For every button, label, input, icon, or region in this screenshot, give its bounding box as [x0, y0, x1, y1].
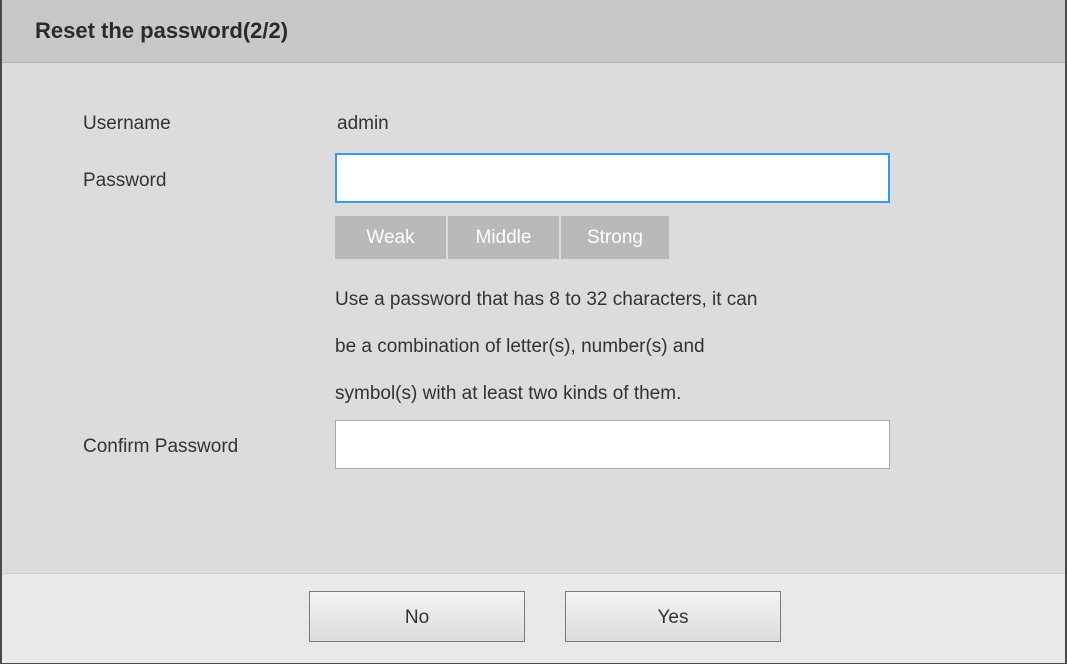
password-input[interactable] — [335, 153, 890, 203]
confirm-password-label: Confirm Password — [83, 436, 239, 457]
strength-strong: Strong — [559, 216, 669, 259]
confirm-password-input[interactable] — [335, 420, 890, 469]
dialog-titlebar: Reset the password(2/2) — [2, 0, 1065, 63]
yes-button[interactable]: Yes — [565, 591, 781, 642]
dialog-footer: No Yes — [2, 573, 1065, 663]
no-button[interactable]: No — [309, 591, 525, 642]
password-hint: Use a password that has 8 to 32 characte… — [335, 276, 905, 417]
hint-line: Use a password that has 8 to 32 characte… — [335, 289, 758, 310]
strength-weak: Weak — [335, 216, 446, 259]
password-strength-meter: Weak Middle Strong — [335, 216, 669, 259]
password-label: Password — [83, 170, 167, 191]
hint-line: symbol(s) with at least two kinds of the… — [335, 383, 682, 404]
hint-line: be a combination of letter(s), number(s)… — [335, 336, 705, 357]
username-value: admin — [337, 113, 389, 134]
reset-password-dialog: Reset the password(2/2) Username admin P… — [0, 0, 1067, 664]
strength-middle: Middle — [446, 216, 559, 259]
username-label: Username — [83, 113, 171, 134]
dialog-title: Reset the password(2/2) — [35, 18, 289, 43]
dialog-body: Username admin Password Weak Middle Stro… — [2, 63, 1065, 573]
